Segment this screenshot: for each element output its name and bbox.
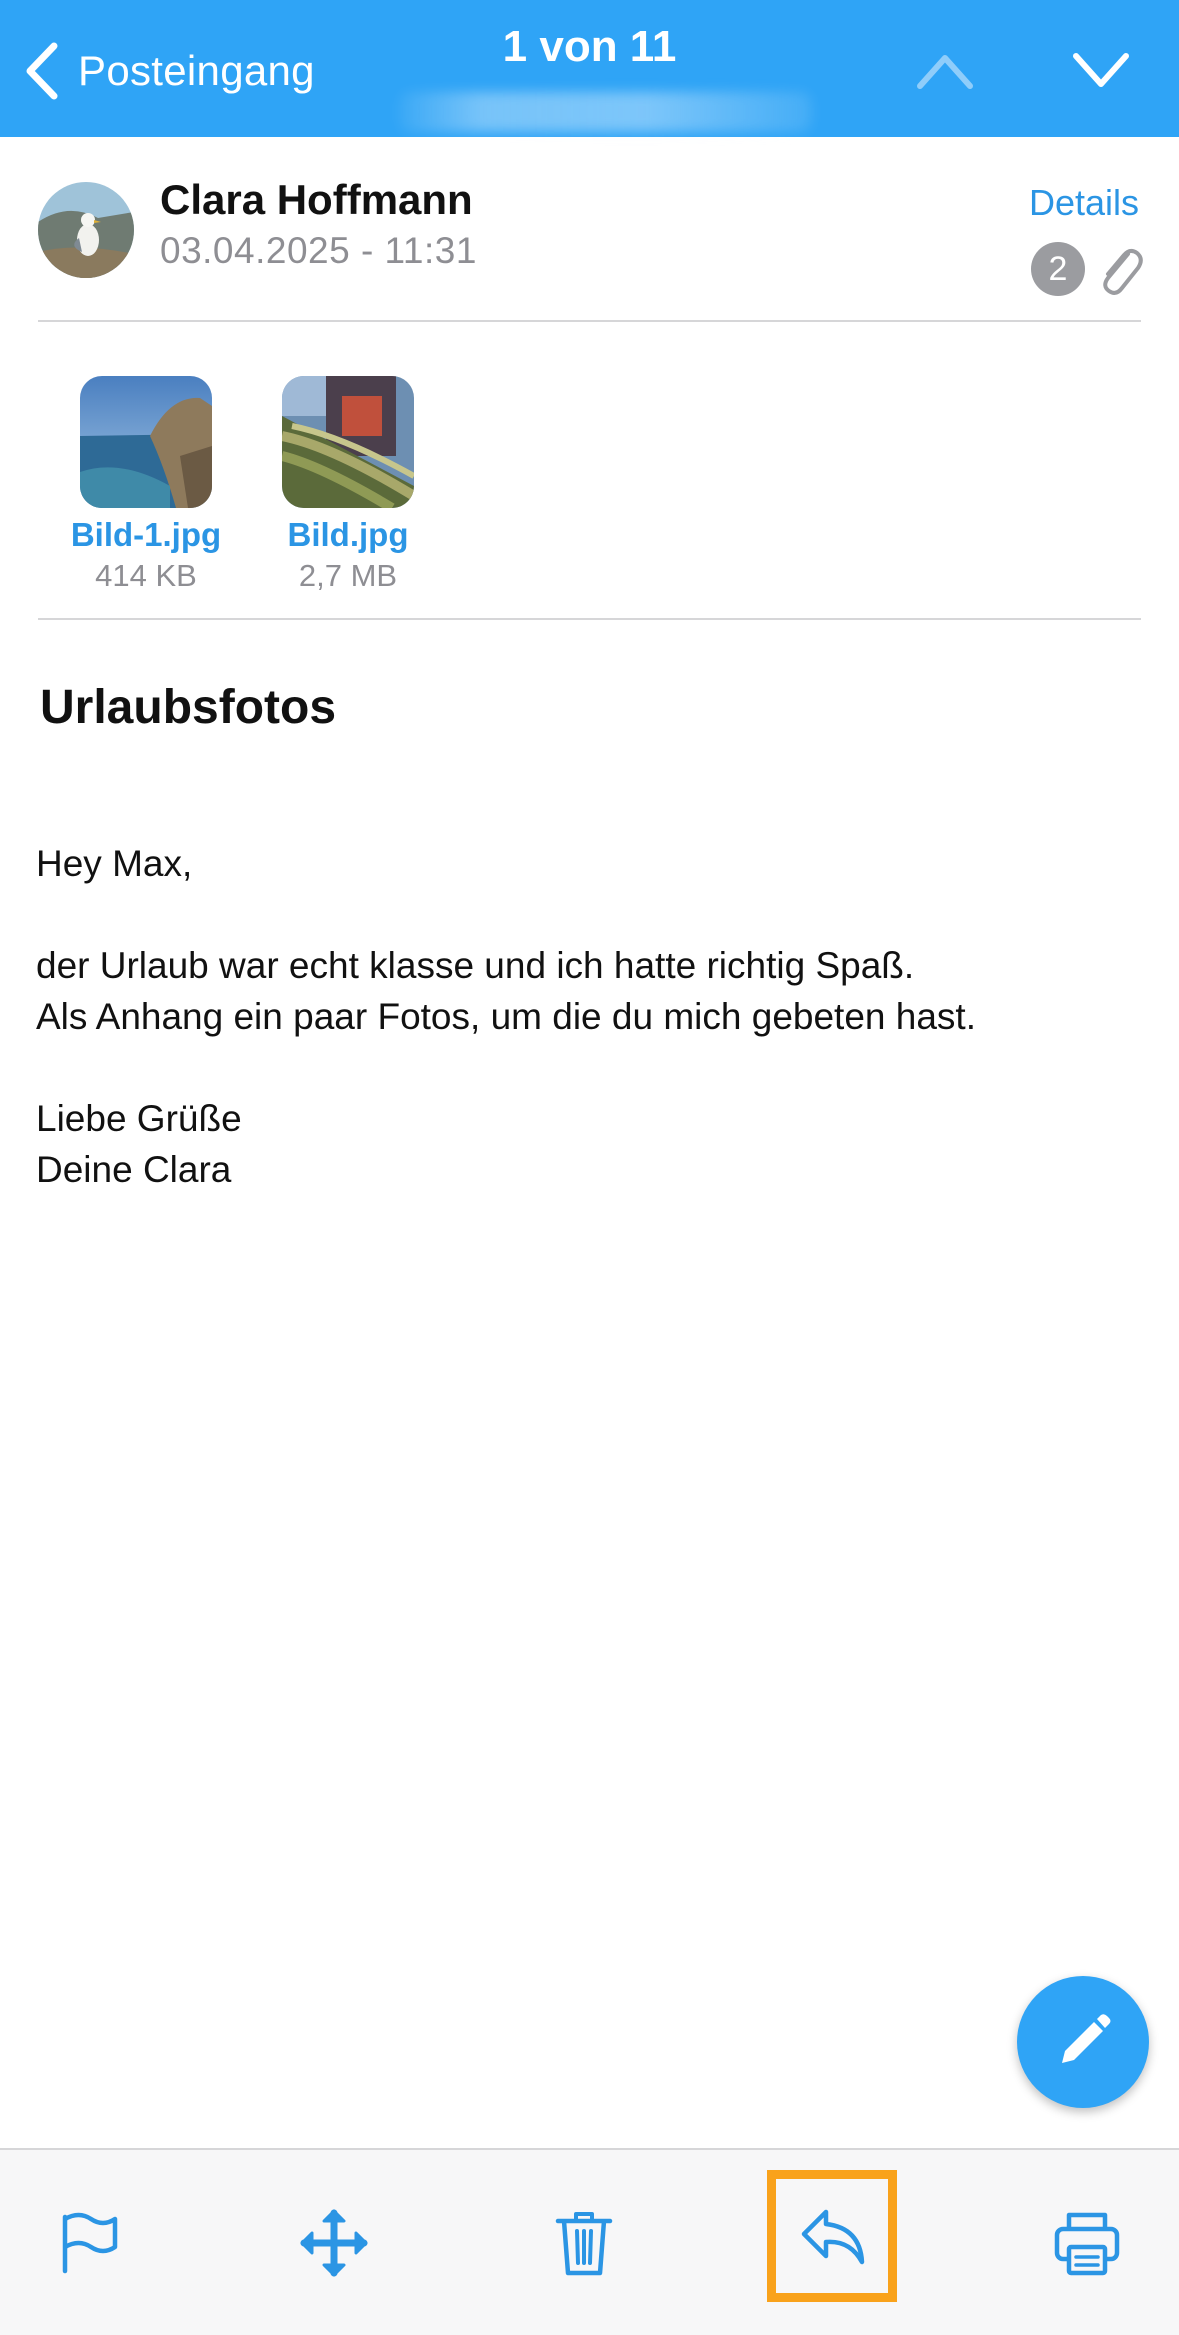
attachment-thumbnail [80,376,212,508]
bottom-toolbar [0,2148,1179,2335]
mail-body: Hey Max, der Urlaub war echt klasse und … [36,838,976,1195]
reply-button[interactable] [767,2170,897,2302]
details-link[interactable]: Details [1029,182,1139,224]
sender-name: Clara Hoffmann [160,176,473,223]
print-icon [1054,2212,1120,2276]
body-line: Liebe Grüße [36,1098,242,1139]
attachment-name: Bild.jpg [287,516,409,553]
attachments-divider [38,618,1141,620]
body-line [36,1042,976,1093]
flag-icon [62,2212,118,2274]
body-line: Als Anhang ein paar Fotos, um die du mic… [36,996,976,1037]
body-line: Hey Max, [36,843,193,884]
next-message-chevron-down-icon[interactable] [1070,48,1132,94]
attachment-item[interactable]: Bild-1.jpg 414 KB [61,376,231,594]
attachment-count-badge: 2 [1031,242,1085,296]
body-line: der Urlaub war echt klasse und ich hatte… [36,945,915,986]
attachment-size: 2,7 MB [298,558,398,593]
paperclip-icon [1103,248,1143,295]
sent-date: 03.04.2025 - 11:31 [160,230,477,271]
top-navigation-bar: Posteingang 1 von 11 [0,0,1179,137]
move-button[interactable] [279,2188,389,2298]
compose-button[interactable] [1017,1976,1149,2108]
sender-avatar [38,182,134,278]
attachment-size: 414 KB [95,558,197,593]
attachment-thumbnail [282,376,414,508]
delete-button[interactable] [529,2188,639,2298]
blurred-email-address [398,92,812,132]
previous-message-chevron-up-icon[interactable] [914,48,976,94]
mail-subject: Urlaubsfotos [40,681,337,734]
message-counter: 1 von 11 [502,22,677,71]
flag-button[interactable] [30,2188,140,2298]
body-line [36,889,976,940]
move-icon [300,2209,368,2277]
reply-icon [801,2209,865,2265]
trash-icon [555,2212,613,2276]
body-line: Deine Clara [36,1149,232,1190]
compose-pencil-icon [1062,2014,1111,2063]
header-divider [38,320,1141,322]
attachment-name: Bild-1.jpg [70,516,222,553]
print-button[interactable] [1032,2188,1142,2298]
attachment-item[interactable]: Bild.jpg 2,7 MB [263,376,433,594]
